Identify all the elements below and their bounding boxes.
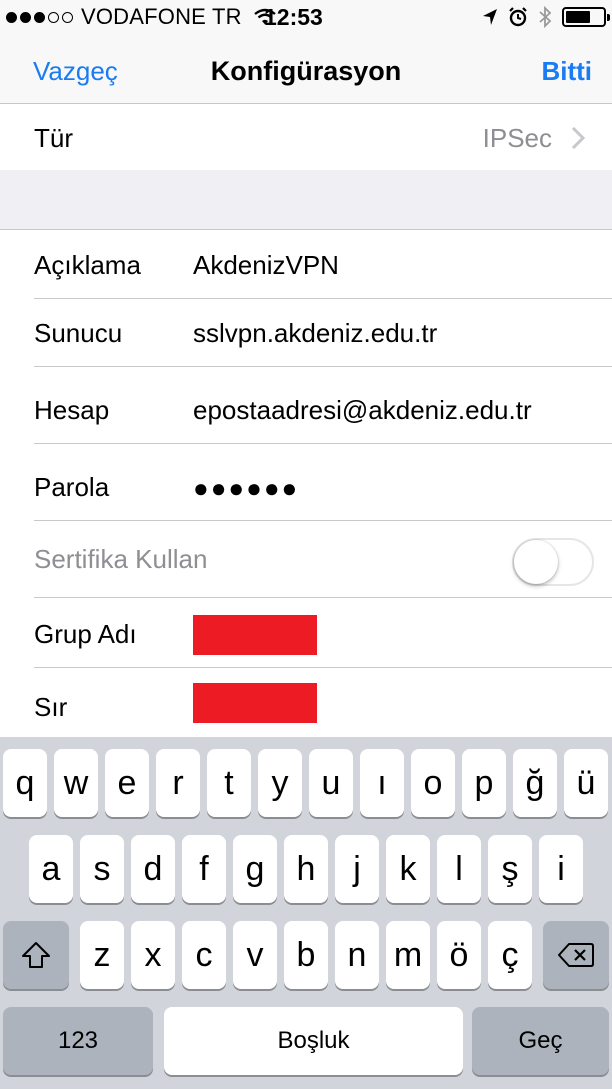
key[interactable]: ç: [488, 921, 532, 989]
key[interactable]: d: [131, 835, 175, 903]
key[interactable]: z: [80, 921, 124, 989]
certificate-row: Sertifika Kullan: [0, 522, 612, 598]
password-field[interactable]: ●●●●●●: [193, 473, 299, 504]
battery-icon: [562, 7, 610, 27]
key[interactable]: i: [539, 835, 583, 903]
server-row[interactable]: Sunucu sslvpn.akdeniz.edu.tr: [0, 299, 612, 367]
keyboard: q w e r t y u ı o p ğ ü a s d f g h j k …: [0, 737, 612, 1089]
password-row[interactable]: Parola ●●●●●●: [0, 453, 612, 521]
bluetooth-icon: [539, 6, 552, 28]
key[interactable]: ö: [437, 921, 481, 989]
password-label: Parola: [34, 472, 110, 502]
key[interactable]: g: [233, 835, 277, 903]
section-separator: [0, 170, 612, 230]
key[interactable]: m: [386, 921, 430, 989]
server-field[interactable]: sslvpn.akdeniz.edu.tr: [193, 318, 437, 349]
description-field[interactable]: AkdenizVPN: [193, 250, 339, 281]
secret-field-redacted[interactable]: [193, 683, 317, 723]
group-name-row[interactable]: Grup Adı: [0, 598, 612, 668]
signal-strength-icon: [6, 11, 73, 23]
key[interactable]: x: [131, 921, 175, 989]
chevron-right-icon: [571, 126, 586, 150]
key[interactable]: k: [386, 835, 430, 903]
type-value: IPSec: [482, 123, 552, 153]
page-title: Konfigürasyon: [210, 56, 402, 86]
clock: 12:53: [264, 4, 323, 30]
account-field[interactable]: epostaadresi@akdeniz.edu.tr: [193, 395, 532, 426]
key[interactable]: n: [335, 921, 379, 989]
account-row[interactable]: Hesap epostaadresi@akdeniz.edu.tr: [0, 376, 612, 444]
key[interactable]: c: [182, 921, 226, 989]
status-bar: VODAFONE TR 12:53: [0, 0, 612, 40]
key[interactable]: a: [29, 835, 73, 903]
key[interactable]: f: [182, 835, 226, 903]
space-key[interactable]: Boşluk: [164, 1007, 463, 1075]
key[interactable]: l: [437, 835, 481, 903]
location-icon: [483, 9, 497, 25]
navigation-bar: Vazgeç Konfigürasyon Bitti: [0, 40, 612, 104]
carrier-name: VODAFONE TR: [81, 4, 242, 29]
key[interactable]: ş: [488, 835, 532, 903]
key[interactable]: p: [462, 749, 506, 817]
done-button[interactable]: Bitti: [541, 56, 592, 87]
description-row[interactable]: Açıklama AkdenizVPN: [0, 231, 612, 299]
backspace-icon: [558, 943, 594, 967]
numbers-key[interactable]: 123: [3, 1007, 153, 1075]
key[interactable]: j: [335, 835, 379, 903]
key[interactable]: r: [156, 749, 200, 817]
alarm-icon: [509, 7, 527, 27]
key[interactable]: ü: [564, 749, 608, 817]
group-name-field-redacted[interactable]: [193, 615, 317, 655]
key[interactable]: e: [105, 749, 149, 817]
certificate-toggle[interactable]: [512, 538, 594, 586]
shift-key[interactable]: [3, 921, 69, 989]
type-row[interactable]: Tür IPSec: [0, 104, 612, 172]
key[interactable]: v: [233, 921, 277, 989]
key[interactable]: w: [54, 749, 98, 817]
certificate-label: Sertifika Kullan: [34, 544, 208, 574]
key[interactable]: ı: [360, 749, 404, 817]
key[interactable]: y: [258, 749, 302, 817]
description-label: Açıklama: [34, 250, 141, 280]
secret-label: Sır: [34, 692, 68, 722]
account-label: Hesap: [34, 395, 110, 425]
key[interactable]: u: [309, 749, 353, 817]
key[interactable]: t: [207, 749, 251, 817]
key[interactable]: ğ: [513, 749, 557, 817]
shift-icon: [22, 942, 50, 968]
type-label: Tür: [34, 123, 73, 153]
key[interactable]: q: [3, 749, 47, 817]
server-label: Sunucu: [34, 318, 123, 348]
secret-row[interactable]: Sır: [0, 668, 612, 737]
key[interactable]: h: [284, 835, 328, 903]
key[interactable]: s: [80, 835, 124, 903]
go-key[interactable]: Geç: [472, 1007, 609, 1075]
group-name-label: Grup Adı: [34, 619, 137, 649]
key[interactable]: b: [284, 921, 328, 989]
delete-key[interactable]: [543, 921, 609, 989]
key[interactable]: o: [411, 749, 455, 817]
